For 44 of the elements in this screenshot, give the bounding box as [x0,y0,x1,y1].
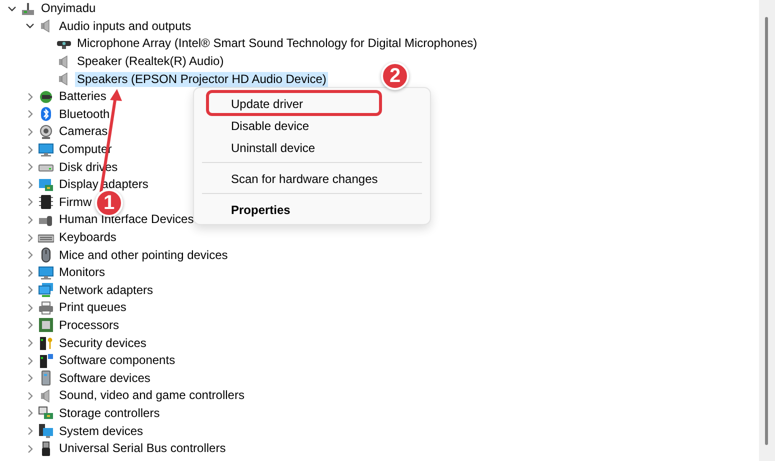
tree-item[interactable]: Print queues [57,300,128,316]
display-adapter-icon [38,176,54,193]
software-component-icon [38,352,54,369]
tree-item[interactable]: Software devices [57,370,152,386]
chip-icon [38,194,54,210]
menu-item[interactable]: Uninstall device [198,136,426,158]
system-device-icon [38,423,54,440]
tree-item[interactable]: Speaker (Realtek(R) Audio) [75,54,226,70]
tree-item[interactable]: Software components [57,353,178,368]
scrollbar-thumb[interactable] [765,17,768,445]
tree-item[interactable]: Audio inputs and outputs [57,18,194,34]
tree-item[interactable]: Cameras [57,124,110,140]
tree-item[interactable]: Security devices [57,336,148,351]
network-icon [38,282,54,298]
menu-item[interactable]: Disable device [198,114,426,136]
processor-icon [38,317,54,334]
tree-item[interactable]: Network adapters [57,282,156,298]
monitor-icon [38,264,54,281]
step-number: 2 [381,62,409,90]
tree-item[interactable]: Microphone Array (Intel® Smart Sound Technology for Digital Microphones) [75,36,480,52]
tree-item[interactable]: Speakers (EPSON Projector HD Audio Device) [75,72,328,87]
security-device-icon [38,335,54,352]
tree-item[interactable]: Onyimadu [39,1,98,16]
camera-icon [38,124,54,140]
tree-item[interactable]: Batteries [57,89,108,104]
menu-item[interactable]: Properties [198,198,426,220]
tree-item[interactable]: Keyboards [57,230,118,246]
bluetooth-icon [38,106,54,122]
tree-item[interactable]: Bluetooth [57,106,112,122]
menu-item[interactable]: Scan for hardware changes [198,167,426,189]
storage-controller-icon [38,405,54,422]
menu-item[interactable]: Update driver [208,92,380,114]
tree-item[interactable]: Sound, video and game controllers [57,388,246,404]
tree-item[interactable]: Processors [57,318,122,333]
tree-item[interactable]: Monitors [57,265,108,280]
battery-icon [38,88,54,105]
tree-item[interactable]: Mice and other pointing devices [57,248,230,263]
tree-item[interactable]: System devices [57,424,146,439]
tree-item[interactable]: Storage controllers [57,406,162,421]
monitor-icon [38,142,54,158]
tree-item[interactable]: Universal Serial Bus controllers [57,441,228,456]
printer-icon [38,300,54,316]
scrollbar[interactable] [759,0,775,461]
tree-item[interactable]: Firmw [57,194,94,210]
